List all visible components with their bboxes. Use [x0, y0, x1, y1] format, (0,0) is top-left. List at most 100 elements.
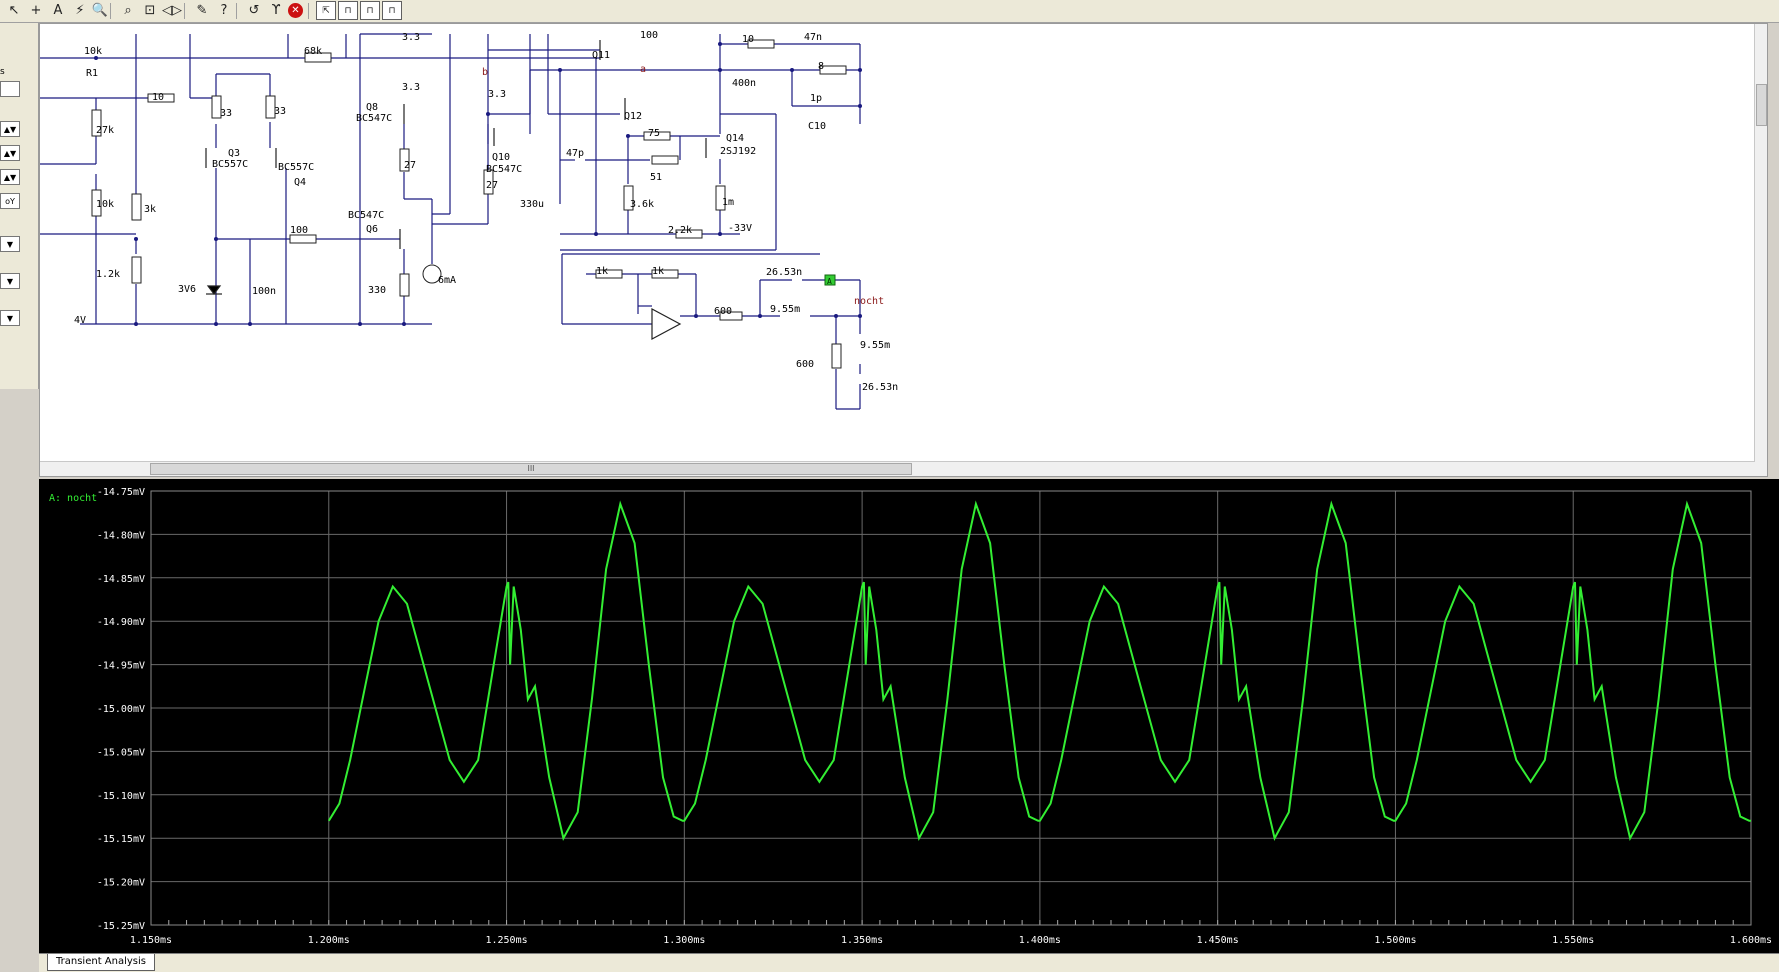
- toolbar-separator: [110, 3, 111, 19]
- label-l955b: 9.55m: [860, 340, 890, 351]
- label-nocht: nocht: [854, 296, 884, 307]
- waveform-chart[interactable]: 1.150ms 1.200ms 1.250ms 1.300ms 1.350ms 1.400…: [39, 479, 1779, 953]
- zoom-tool-button[interactable]: 🔍: [90, 1, 110, 20]
- dropdown-button[interactable]: ▼: [0, 310, 20, 326]
- label-c2653a: 26.53n: [766, 267, 802, 278]
- label-r100a: 100: [290, 225, 308, 236]
- label-q11: Q11: [592, 50, 610, 61]
- x-tick-label: 1.450ms: [1197, 935, 1239, 946]
- probe-label: A: [827, 277, 832, 286]
- spin-button[interactable]: ▲▼: [0, 169, 20, 185]
- schematic-canvas[interactable]: 10k R1 68k 10 33 33 27k Q3 BC557C BC557C Q4 10k 3k 10…: [39, 23, 1768, 477]
- vertical-scroll-thumb[interactable]: [1756, 84, 1767, 126]
- label-c47p: 47p: [566, 148, 584, 159]
- label-l955a: 9.55m: [770, 304, 800, 315]
- label-q4t: BC557C: [278, 162, 314, 173]
- y-tick-label: -15.15mV: [97, 834, 145, 845]
- label-q10t: BC547C: [486, 164, 522, 175]
- label-r1kb: 1k: [652, 266, 664, 277]
- label-c10: C10: [808, 121, 826, 132]
- label-q6t: BC547C: [348, 210, 384, 221]
- label-c100n: 100n: [252, 286, 276, 297]
- view-2-button[interactable]: ⊓: [360, 1, 380, 20]
- toolbar-separator: [236, 3, 237, 19]
- options-button[interactable]: ✎: [192, 1, 212, 20]
- y-tick-label: -15.00mV: [97, 704, 145, 715]
- zoom-fit-button[interactable]: ⌕: [118, 1, 138, 20]
- vertical-scrollbar[interactable]: [1754, 24, 1767, 476]
- y-tick-label: -14.85mV: [97, 574, 145, 585]
- label-q8t: BC547C: [356, 113, 392, 124]
- label-c330u: 330u: [520, 199, 544, 210]
- settings-button[interactable]: ϒ: [266, 1, 286, 20]
- label-q3: Q3: [228, 148, 240, 159]
- x-tick-label: 1.500ms: [1374, 935, 1416, 946]
- x-tick-label: 1.300ms: [663, 935, 705, 946]
- label-r8: 8: [818, 61, 824, 72]
- dropdown-button[interactable]: ▼: [0, 273, 20, 289]
- label-r3k: 3k: [144, 204, 156, 215]
- x-tick-label: 1.350ms: [841, 935, 883, 946]
- label-q3t: BC557C: [212, 159, 248, 170]
- left-panel-oy[interactable]: oY: [0, 193, 20, 209]
- x-tick-label: 1.600ms: [1730, 935, 1772, 946]
- left-panel-field[interactable]: [0, 81, 20, 97]
- export-button[interactable]: ⇱: [316, 1, 336, 20]
- label-r10: 10: [152, 92, 164, 103]
- spin-button[interactable]: ▲▼: [0, 121, 20, 137]
- toolbar-separator: [184, 3, 185, 19]
- crosshair-tool-button[interactable]: +: [26, 1, 46, 20]
- view-3-button[interactable]: ⊓: [382, 1, 402, 20]
- label-r27a: 27: [404, 160, 416, 171]
- label-r3k6: 3.6k: [630, 199, 654, 210]
- label-r600a: 600: [714, 306, 732, 317]
- spin-button[interactable]: ▲▼: [0, 145, 20, 161]
- label-q6: Q6: [366, 224, 378, 235]
- label-r1-val: 10k: [84, 46, 102, 57]
- y-tick-label: -14.90mV: [97, 617, 145, 628]
- wires: [40, 33, 861, 410]
- label-l400n: 400n: [732, 78, 756, 89]
- undo-zoom-button[interactable]: ⊡: [140, 1, 160, 20]
- select-tool-button[interactable]: ↖: [4, 1, 24, 20]
- waveform-panel[interactable]: 1.150ms 1.200ms 1.250ms 1.300ms 1.350ms 1.400…: [39, 479, 1779, 953]
- horizontal-scroll-thumb[interactable]: III: [150, 463, 912, 475]
- dropdown-button[interactable]: ▼: [0, 236, 20, 252]
- horizontal-scrollbar[interactable]: III: [40, 461, 1755, 476]
- label-c33a: 3.3: [402, 32, 420, 43]
- label-c33c: 3.3: [488, 89, 506, 100]
- label-r10b: 10: [742, 34, 754, 45]
- label-r68k: 68k: [304, 46, 322, 57]
- label-z3v6: 3V6: [178, 284, 196, 295]
- label-r600b: 600: [796, 359, 814, 370]
- label-r2k2: 2.2k: [668, 225, 692, 236]
- label-q10: Q10: [492, 152, 510, 163]
- y-tick-label: -15.25mV: [97, 921, 145, 932]
- y-tick-label: -14.75mV: [97, 487, 145, 498]
- help-button[interactable]: ?: [214, 1, 234, 20]
- label-q14t: 2SJ192: [720, 146, 756, 157]
- label-r33b: 33: [274, 106, 286, 117]
- flip-tool-button[interactable]: ◁▷: [162, 1, 182, 20]
- label-c2653b: 26.53n: [862, 382, 898, 393]
- label-r75: 75: [648, 128, 660, 139]
- schematic-drawing[interactable]: 10kR168k1033 3327kQ3BC557C BC557CQ410k 3k10…: [40, 24, 1755, 460]
- y-tick-label: -14.95mV: [97, 661, 145, 672]
- refresh-button[interactable]: ↺: [244, 1, 264, 20]
- legend-series-a: A: nocht: [49, 493, 97, 504]
- x-tick-label: 1.200ms: [308, 935, 350, 946]
- label-r27b: 27: [486, 180, 498, 191]
- label-vm33: -33V: [728, 223, 752, 234]
- label-v4: 4V: [74, 315, 86, 326]
- y-tick-label: -14.80mV: [97, 530, 145, 541]
- left-panel-label: s: [0, 67, 5, 77]
- label-r27k: 27k: [96, 125, 114, 136]
- text-tool-button[interactable]: A: [48, 1, 68, 20]
- probe-tool-button[interactable]: ⚡: [70, 1, 90, 20]
- label-c47n: 47n: [804, 32, 822, 43]
- view-1-button[interactable]: ⊓: [338, 1, 358, 20]
- y-tick-label: -15.05mV: [97, 747, 145, 758]
- label-r1k2: 1.2k: [96, 269, 120, 280]
- stop-button[interactable]: ✕: [288, 3, 303, 18]
- tab-transient-analysis[interactable]: Transient Analysis: [47, 954, 155, 971]
